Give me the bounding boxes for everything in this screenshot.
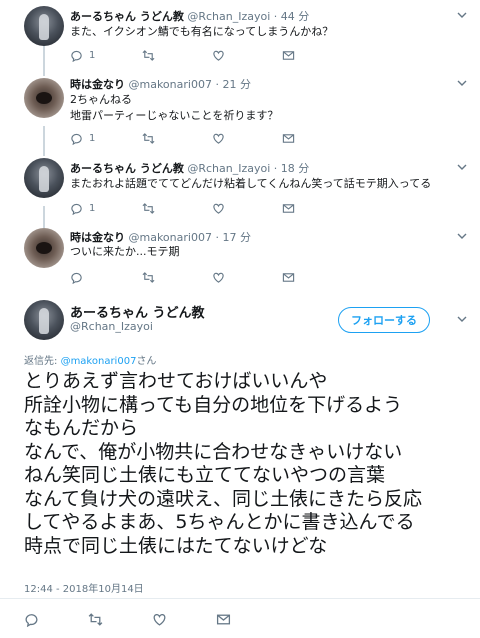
main-tweet-text: とりあえず言わせておけばいいんや 所詮小物に構っても自分の地位を下げるよう なも… xyxy=(24,370,423,557)
tweet-timestamp[interactable]: 12:44 - 2018年10月14日 xyxy=(24,580,144,595)
message-button[interactable] xyxy=(216,612,231,626)
chevron-down-icon[interactable] xyxy=(456,77,468,89)
divider xyxy=(0,598,480,599)
user-handle[interactable]: @Rchan_Izayoi xyxy=(187,10,270,23)
follow-button[interactable]: フォローする xyxy=(338,307,430,333)
retweet-button[interactable] xyxy=(142,270,155,284)
envelope-icon xyxy=(282,133,295,143)
retweet-button[interactable] xyxy=(142,201,155,215)
retweet-icon xyxy=(142,132,155,144)
message-button[interactable] xyxy=(282,48,295,62)
retweet-icon xyxy=(142,202,155,214)
avatar[interactable] xyxy=(24,78,64,118)
reply-icon xyxy=(25,613,38,627)
user-name[interactable]: 時は金なり xyxy=(70,78,125,91)
reply-button[interactable]: 1 xyxy=(70,48,95,62)
retweet-icon xyxy=(88,612,103,626)
envelope-icon xyxy=(282,203,295,213)
chevron-down-icon[interactable] xyxy=(456,230,468,242)
tweet-time[interactable]: 44 分 xyxy=(281,10,310,23)
reply-icon xyxy=(71,50,82,62)
reply-button[interactable] xyxy=(24,612,39,627)
user-name[interactable]: 時は金なり xyxy=(70,231,125,244)
reply-button[interactable]: 1 xyxy=(70,131,95,145)
like-button[interactable] xyxy=(212,131,225,145)
retweet-button[interactable] xyxy=(142,131,155,145)
avatar[interactable] xyxy=(24,6,64,46)
chevron-down-icon[interactable] xyxy=(456,313,468,325)
reply-to: 返信先: @makonari007さん xyxy=(24,356,157,367)
user-handle[interactable]: @makonari007 xyxy=(129,78,212,91)
like-button[interactable] xyxy=(212,48,225,62)
reply-icon xyxy=(71,203,82,215)
heart-icon xyxy=(213,203,224,214)
user-name[interactable]: あーるちゃん うどん教 xyxy=(70,10,184,23)
user-handle[interactable]: @makonari007 xyxy=(129,231,212,244)
chevron-down-icon[interactable] xyxy=(456,161,468,173)
like-button[interactable] xyxy=(212,270,225,284)
envelope-icon xyxy=(282,272,295,282)
tweet-time[interactable]: 17 分 xyxy=(222,231,251,244)
like-button[interactable] xyxy=(152,612,167,626)
reply-button[interactable] xyxy=(70,270,83,284)
retweet-icon xyxy=(142,49,155,61)
retweet-icon xyxy=(142,271,155,283)
chevron-down-icon[interactable] xyxy=(456,9,468,21)
reply-button[interactable]: 1 xyxy=(70,201,95,215)
tweet-text: また、イクシオン鯖でも有名になってしまうんかね？ xyxy=(70,25,334,38)
reply-icon xyxy=(71,133,82,145)
tweet-text: ついに来たか...モテ期 xyxy=(70,245,180,258)
user-handle[interactable]: @Rchan_Izayoi xyxy=(187,162,270,175)
message-button[interactable] xyxy=(282,270,295,284)
tweet-text: またおれよ話題でててどんだけ粘着してくんねん笑って話モテ期入ってる xyxy=(70,177,432,190)
avatar[interactable] xyxy=(24,228,64,268)
user-name[interactable]: あーるちゃん うどん教 xyxy=(70,162,184,175)
heart-icon xyxy=(153,613,166,626)
envelope-icon xyxy=(216,614,231,624)
reply-handle-link[interactable]: @makonari007 xyxy=(61,356,137,367)
avatar[interactable] xyxy=(24,158,64,198)
user-name[interactable]: あーるちゃん うどん教 xyxy=(70,302,205,321)
like-button[interactable] xyxy=(212,201,225,215)
tweet-text: 2ちゃんねる 地雷パーティーじゃないことを祈ります？ xyxy=(70,93,279,122)
retweet-button[interactable] xyxy=(88,612,103,626)
tweet-time[interactable]: 18 分 xyxy=(281,162,310,175)
thread-line xyxy=(43,126,45,156)
message-button[interactable] xyxy=(282,131,295,145)
avatar[interactable] xyxy=(24,300,64,340)
retweet-button[interactable] xyxy=(142,48,155,62)
heart-icon xyxy=(213,50,224,61)
thread-line xyxy=(43,206,45,228)
user-handle[interactable]: @Rchan_Izayoi xyxy=(70,320,153,333)
tweet-time[interactable]: 21 分 xyxy=(222,78,251,91)
reply-icon xyxy=(71,272,82,284)
envelope-icon xyxy=(282,50,295,60)
message-button[interactable] xyxy=(282,201,295,215)
heart-icon xyxy=(213,133,224,144)
thread-line xyxy=(43,46,45,76)
heart-icon xyxy=(213,272,224,283)
